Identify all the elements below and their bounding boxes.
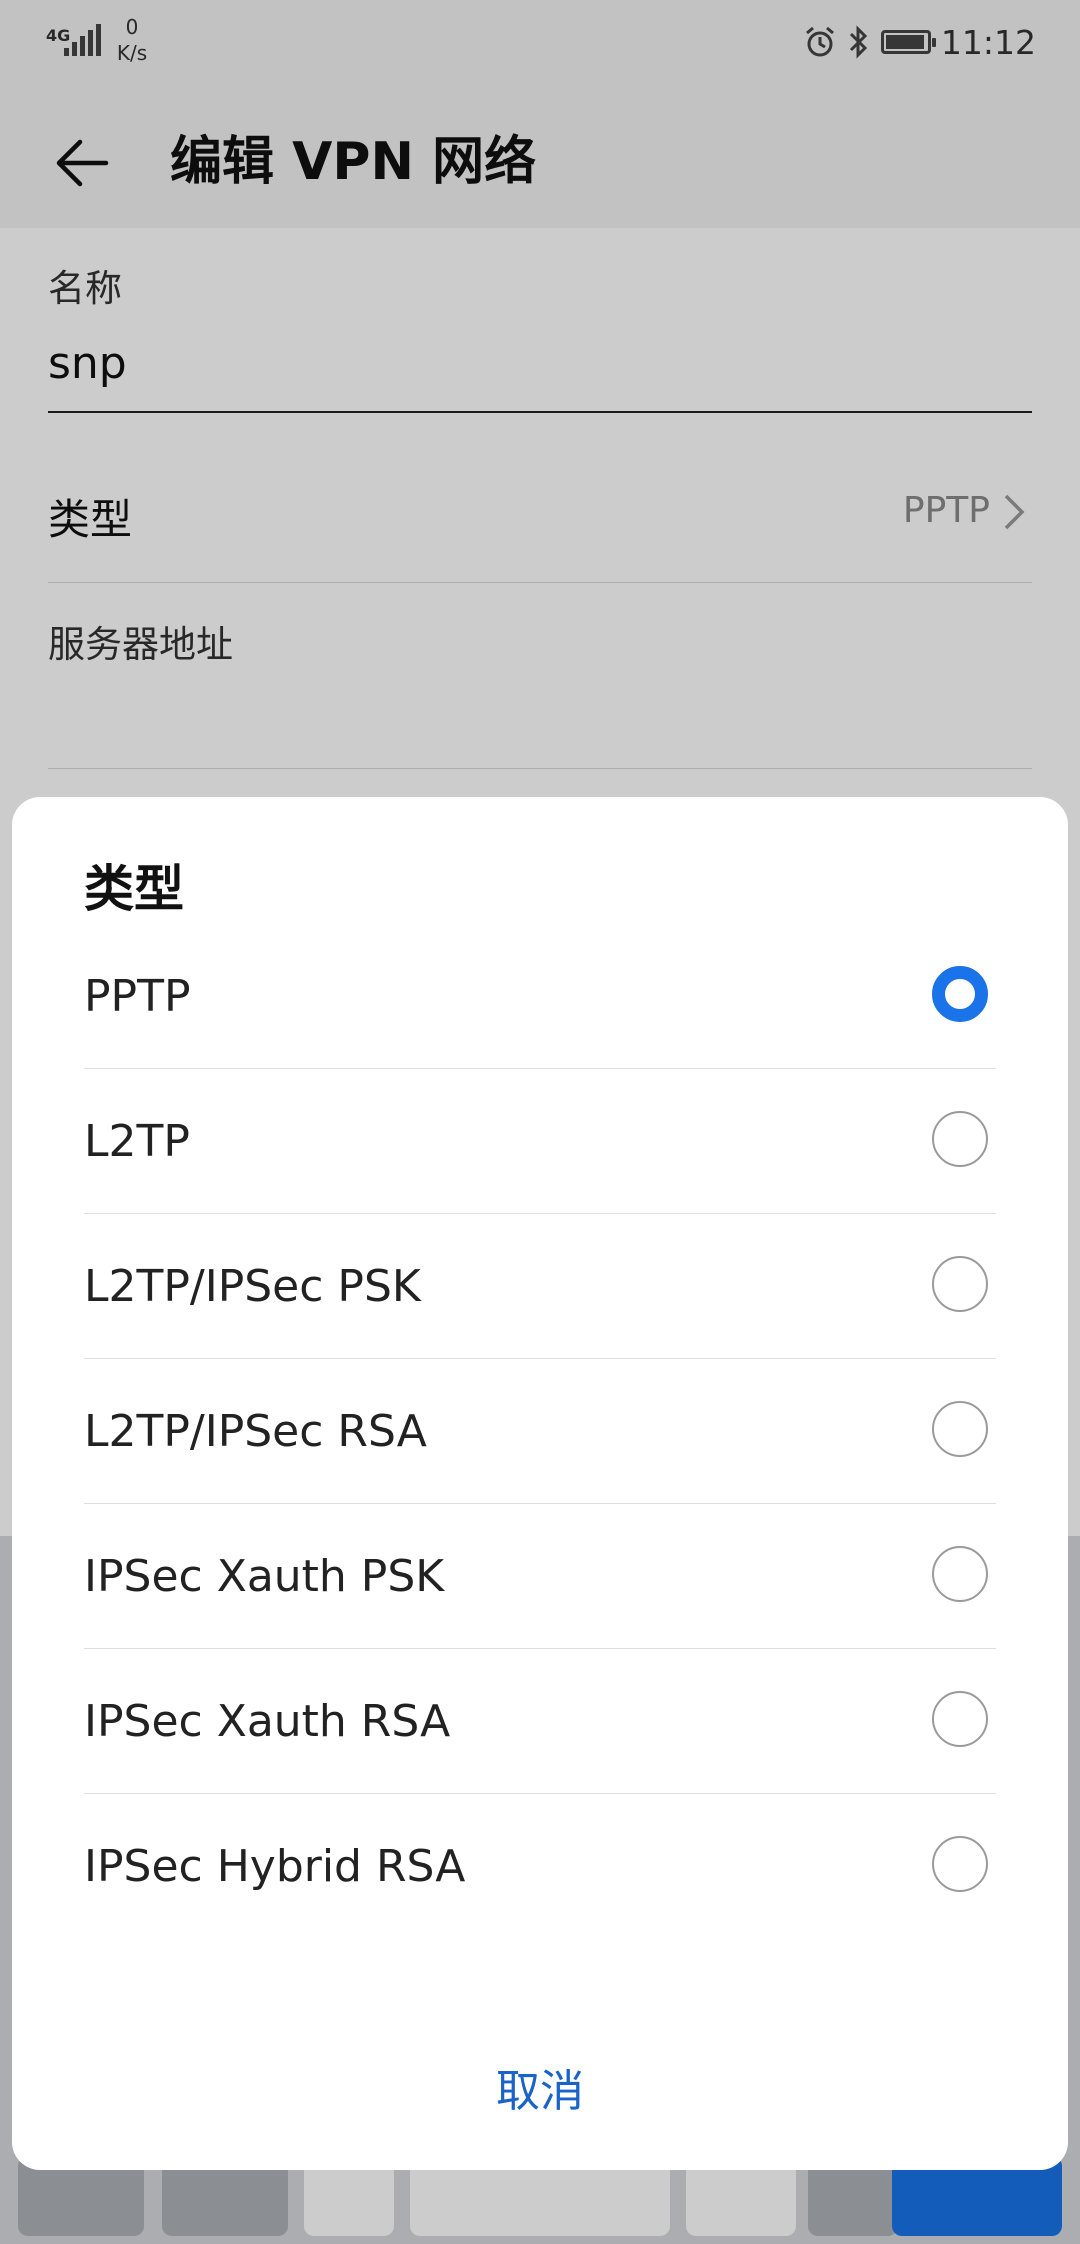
option-ipsec-xauth-rsa[interactable]: IPSec Xauth RSA bbox=[84, 1649, 996, 1794]
cancel-button[interactable]: 取消 bbox=[12, 2055, 1068, 2119]
option-l2tp-ipsec-rsa[interactable]: L2TP/IPSec RSA bbox=[84, 1359, 996, 1504]
option-label: IPSec Xauth RSA bbox=[84, 1696, 451, 1747]
option-label: L2TP bbox=[84, 1116, 190, 1167]
vpn-type-dialog: 类型 PPTP L2TP L2TP/IPSec PSK L2TP/IPSec R… bbox=[12, 797, 1068, 2170]
radio-unselected-icon[interactable] bbox=[932, 1546, 988, 1602]
option-label: L2TP/IPSec PSK bbox=[84, 1261, 421, 1312]
radio-selected-icon[interactable] bbox=[932, 966, 988, 1022]
option-label: IPSec Xauth PSK bbox=[84, 1551, 445, 1602]
option-ipsec-hybrid-rsa[interactable]: IPSec Hybrid RSA bbox=[84, 1794, 996, 1939]
radio-unselected-icon[interactable] bbox=[932, 1836, 988, 1892]
radio-unselected-icon[interactable] bbox=[932, 1111, 988, 1167]
radio-unselected-icon[interactable] bbox=[932, 1256, 988, 1312]
radio-unselected-icon[interactable] bbox=[932, 1691, 988, 1747]
dialog-title: 类型 bbox=[84, 860, 184, 918]
option-l2tp-ipsec-psk[interactable]: L2TP/IPSec PSK bbox=[84, 1214, 996, 1359]
option-label: L2TP/IPSec RSA bbox=[84, 1406, 427, 1457]
option-l2tp[interactable]: L2TP bbox=[84, 1069, 996, 1214]
option-label: PPTP bbox=[84, 971, 191, 1022]
radio-unselected-icon[interactable] bbox=[932, 1401, 988, 1457]
option-label: IPSec Hybrid RSA bbox=[84, 1841, 466, 1892]
option-ipsec-xauth-psk[interactable]: IPSec Xauth PSK bbox=[84, 1504, 996, 1649]
option-pptp[interactable]: PPTP bbox=[84, 924, 996, 1069]
